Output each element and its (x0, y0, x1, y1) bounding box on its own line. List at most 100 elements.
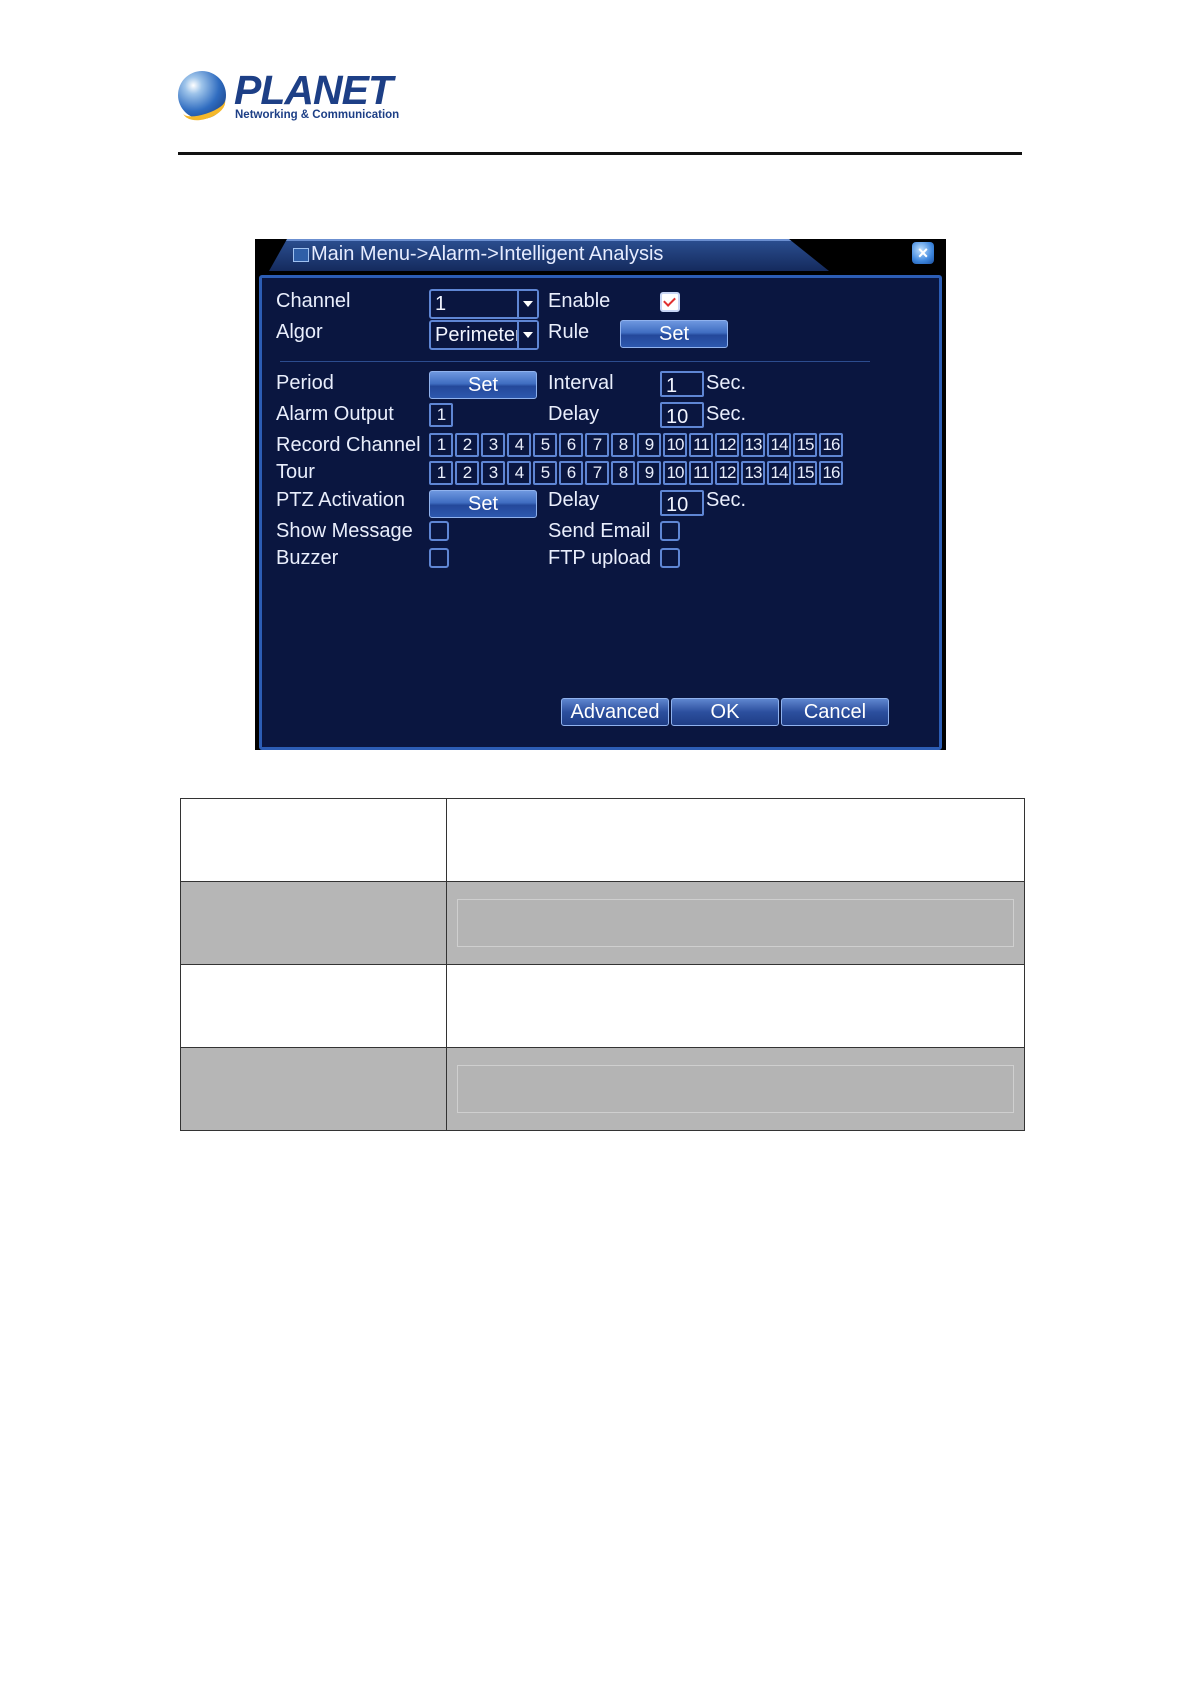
tour-channel-11[interactable]: 11 (689, 461, 713, 485)
table-cell (180, 798, 447, 882)
record-channel-16[interactable]: 16 (819, 433, 843, 457)
show-message-label: Show Message (276, 520, 413, 542)
table-cell (446, 881, 1025, 965)
delay-label: Delay (548, 403, 600, 425)
tour-channel-1[interactable]: 1 (429, 461, 453, 485)
settings-panel: Channel 1 Enable Algor Perimeter Rule Se… (259, 275, 942, 750)
alarm-output-channels: 1 (429, 403, 455, 427)
ptz-activation-label: PTZ Activation (276, 489, 405, 511)
enable-checkbox[interactable] (660, 292, 680, 312)
buzzer-checkbox[interactable] (429, 548, 449, 568)
ok-button[interactable]: OK (671, 698, 779, 726)
record-channel-5[interactable]: 5 (533, 433, 557, 457)
ptz-delay-input[interactable]: 10 (660, 490, 704, 516)
tour-channel-16[interactable]: 16 (819, 461, 843, 485)
table-cell (446, 1047, 1025, 1131)
table-row (180, 964, 1025, 1048)
period-label: Period (276, 372, 334, 394)
table-row (180, 798, 1025, 882)
close-button[interactable]: × (912, 242, 934, 264)
intelligent-analysis-dialog: Main Menu->Alarm->Intelligent Analysis ×… (255, 239, 946, 750)
ptz-delay-label: Delay (548, 489, 600, 511)
tour-channel-5[interactable]: 5 (533, 461, 557, 485)
planet-logo: PLANET Networking & Communication (178, 68, 399, 126)
record-channel-15[interactable]: 15 (793, 433, 817, 457)
interval-unit: Sec. (706, 372, 747, 394)
table-cell-box (457, 1065, 1014, 1113)
tour-channel-2[interactable]: 2 (455, 461, 479, 485)
dialog-title: Main Menu->Alarm->Intelligent Analysis (311, 243, 664, 265)
tour-channel-15[interactable]: 15 (793, 461, 817, 485)
record-channel-selector: 1 2 3 4 5 6 7 8 9 10 11 12 13 14 15 16 (429, 433, 845, 457)
algor-select[interactable]: Perimeter (429, 320, 539, 350)
record-channel-label: Record Channel (276, 434, 421, 456)
table-cell (180, 881, 447, 965)
tour-channel-14[interactable]: 14 (767, 461, 791, 485)
record-channel-1[interactable]: 1 (429, 433, 453, 457)
record-channel-13[interactable]: 13 (741, 433, 765, 457)
show-message-checkbox[interactable] (429, 521, 449, 541)
logo-tagline: Networking & Communication (235, 109, 400, 121)
tour-channel-4[interactable]: 4 (507, 461, 531, 485)
alarm-output-label: Alarm Output (276, 403, 394, 425)
tour-channel-10[interactable]: 10 (663, 461, 687, 485)
interval-label: Interval (548, 372, 614, 394)
section-divider (280, 361, 870, 362)
table-cell-box (457, 899, 1014, 947)
alarm-output-channel-1[interactable]: 1 (429, 403, 453, 427)
table-cell (180, 1047, 447, 1131)
rule-label: Rule (548, 321, 590, 343)
send-email-label: Send Email (548, 520, 651, 542)
record-channel-7[interactable]: 7 (585, 433, 609, 457)
table-row (180, 1047, 1025, 1131)
channel-label: Channel (276, 290, 351, 312)
record-channel-2[interactable]: 2 (455, 433, 479, 457)
record-channel-3[interactable]: 3 (481, 433, 505, 457)
rule-set-button[interactable]: Set (620, 320, 728, 348)
tour-channel-3[interactable]: 3 (481, 461, 505, 485)
algor-label: Algor (276, 321, 323, 343)
record-channel-12[interactable]: 12 (715, 433, 739, 457)
buzzer-label: Buzzer (276, 547, 339, 569)
algor-value: Perimeter (435, 324, 522, 346)
record-channel-6[interactable]: 6 (559, 433, 583, 457)
tour-channel-8[interactable]: 8 (611, 461, 635, 485)
ftp-upload-label: FTP upload (548, 547, 652, 569)
dialog-titlebar: Main Menu->Alarm->Intelligent Analysis × (255, 239, 946, 271)
tour-channel-13[interactable]: 13 (741, 461, 765, 485)
channel-value: 1 (435, 293, 447, 315)
send-email-checkbox[interactable] (660, 521, 680, 541)
ftp-upload-checkbox[interactable] (660, 548, 680, 568)
table-cell (180, 964, 447, 1048)
record-channel-8[interactable]: 8 (611, 433, 635, 457)
tour-channel-7[interactable]: 7 (585, 461, 609, 485)
logo-brand: PLANET (234, 67, 393, 113)
record-channel-14[interactable]: 14 (767, 433, 791, 457)
record-channel-4[interactable]: 4 (507, 433, 531, 457)
close-icon: × (917, 243, 929, 263)
tour-channel-12[interactable]: 12 (715, 461, 739, 485)
chevron-down-icon[interactable] (517, 291, 537, 317)
table-cell (446, 964, 1025, 1048)
cancel-button[interactable]: Cancel (781, 698, 889, 726)
interval-input[interactable]: 1 (660, 371, 704, 397)
tour-channel-9[interactable]: 9 (637, 461, 661, 485)
ptz-delay-unit: Sec. (706, 489, 747, 511)
period-set-button[interactable]: Set (429, 371, 537, 399)
enable-label: Enable (548, 290, 611, 312)
parameter-table (180, 798, 1025, 1131)
window-icon (293, 248, 309, 262)
tour-channel-6[interactable]: 6 (559, 461, 583, 485)
record-channel-10[interactable]: 10 (663, 433, 687, 457)
record-channel-9[interactable]: 9 (637, 433, 661, 457)
advanced-button[interactable]: Advanced (561, 698, 669, 726)
ptz-set-button[interactable]: Set (429, 490, 537, 518)
channel-select[interactable]: 1 (429, 289, 539, 319)
header-divider (178, 152, 1022, 155)
tour-label: Tour (276, 461, 315, 483)
record-channel-11[interactable]: 11 (689, 433, 713, 457)
tour-channel-selector: 1 2 3 4 5 6 7 8 9 10 11 12 13 14 15 16 (429, 461, 845, 485)
delay-input[interactable]: 10 (660, 402, 704, 428)
chevron-down-icon[interactable] (517, 322, 537, 348)
table-cell (446, 798, 1025, 882)
